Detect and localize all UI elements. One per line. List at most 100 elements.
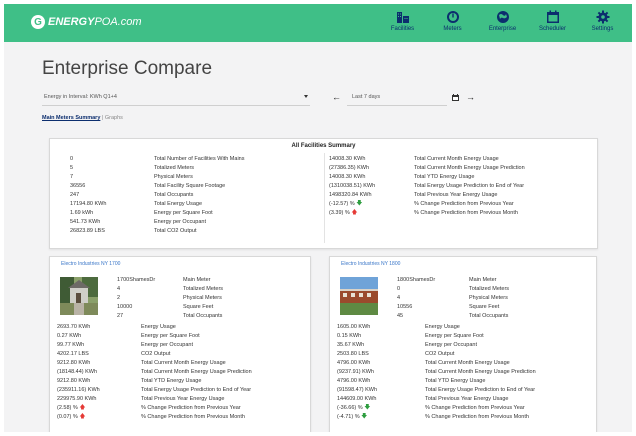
tab-main-meters-summary[interactable]: Main Meters Summary xyxy=(42,115,100,121)
facility-stat-label: Total Previous Year Energy Usage xyxy=(425,396,509,402)
facility-stat-label: Energy per Square Foot xyxy=(425,333,484,339)
facility-stat-value: 9212.80 KWh xyxy=(57,378,91,384)
facility-stat-label: Total YTD Energy Usage xyxy=(141,378,202,384)
facility-stat-label: % Change Prediction from Previous Month xyxy=(141,414,245,420)
summary-right-label: Total Energy Usage Prediction to End of … xyxy=(414,183,525,189)
facility-stat-label: Total Current Month Energy Usage xyxy=(141,360,226,366)
summary-right-trend-row: (-12.57) % 🡇 xyxy=(329,201,362,208)
app-screen: G ENERGY POA.com Facilities Meters Enter… xyxy=(4,4,632,432)
summary-left-value: 1.69 kWh xyxy=(70,210,94,216)
trend-down-arrow-icon: 🡇 xyxy=(356,201,363,207)
facility-photo-house xyxy=(60,277,98,315)
facility-meta-label: Main Meter xyxy=(469,277,497,283)
summary-left-value: 247 xyxy=(70,192,80,198)
summary-left-value: 5 xyxy=(70,165,74,171)
next-period-arrow-icon[interactable]: → xyxy=(466,92,475,102)
summary-right-label: % Change Prediction from Previous Year xyxy=(414,201,514,207)
logo-text-bold: ENERGY xyxy=(48,16,95,28)
facility-meta-value: 4 xyxy=(397,295,401,301)
summary-right-label: Total Previous Year Energy Usage xyxy=(414,192,498,198)
trend-up-arrow-icon: 🡅 xyxy=(79,405,86,411)
facility-stat-value: 99.77 KWh xyxy=(57,342,85,348)
facility-stat-value: 2693.70 KWh xyxy=(57,324,91,330)
facility-stat-label: Total Current Month Energy Usage xyxy=(425,360,510,366)
summary-right-value: (-12.57) % xyxy=(329,201,355,207)
facility-stat-label: Total Current Month Energy Usage Predict… xyxy=(141,369,252,375)
summary-left-label: Physical Meters xyxy=(154,174,193,180)
summary-right-value: (1310038.51) KWh xyxy=(329,183,376,189)
nav-settings[interactable]: Settings xyxy=(579,10,626,32)
facility-stat-label: % Change Prediction from Previous Year xyxy=(425,405,525,411)
facility-meta-label: Total Occupants xyxy=(469,313,509,319)
facility-card-ny-1700: Electro Industries NY 1700 1700ShamesDr … xyxy=(49,256,311,432)
summary-left-label: Total Facility Square Footage xyxy=(154,183,226,189)
tab-graphs[interactable]: Graphs xyxy=(105,115,123,121)
globe-icon xyxy=(496,11,509,23)
trend-up-arrow-icon: 🡅 xyxy=(351,210,358,216)
facility-stat-value: (18148.44) KWh xyxy=(57,369,98,375)
facility-stat-label: Energy Usage xyxy=(425,324,460,330)
nav-label: Facilities xyxy=(390,26,415,32)
facility-meta-label: Main Meter xyxy=(183,277,211,283)
facility-stat-value: 2503.80 LBS xyxy=(337,351,369,357)
logo-mark-icon: G xyxy=(31,15,45,29)
date-range-input[interactable]: Last 7 days xyxy=(347,91,447,106)
gear-icon xyxy=(596,10,609,24)
summary-right-label: Total YTD Energy Usage xyxy=(414,174,475,180)
nav-enterprise[interactable]: Enterprise xyxy=(479,10,526,32)
facility-photo-building xyxy=(340,277,378,315)
nav-facilities[interactable]: Facilities xyxy=(379,10,426,32)
facility-stat-label: Energy per Square Foot xyxy=(141,333,200,339)
summary-left-value: 541.73 KWh xyxy=(70,219,101,225)
facility-stat-label: Total YTD Energy Usage xyxy=(425,378,486,384)
main-nav: Facilities Meters Enterprise Scheduler S… xyxy=(379,10,626,32)
facility-stat-value: (91598.47) KWh xyxy=(337,387,378,393)
facility-meta-value: 0 xyxy=(397,286,401,292)
facility-stat-label: Energy Usage xyxy=(141,324,176,330)
facility-stat-value: 144609.00 KWh xyxy=(337,396,377,402)
summary-left-value: 17194.80 KWh xyxy=(70,201,107,207)
brand-logo[interactable]: G ENERGY POA.com xyxy=(31,15,142,29)
energy-interval-value: Energy in Interval: KWh Q1+4 xyxy=(44,94,117,100)
nav-label: Scheduler xyxy=(538,26,567,32)
summary-left-value: 7 xyxy=(70,174,74,180)
summary-left-label: Energy per Square Foot xyxy=(154,210,213,216)
nav-label: Settings xyxy=(591,26,614,32)
facility-stat-label: CO2 Output xyxy=(425,351,455,357)
energy-interval-select[interactable]: Energy in Interval: KWh Q1+4 xyxy=(42,91,310,106)
facility-address: 1700ShamesDr xyxy=(117,277,156,283)
facility-stat-label: Total Energy Usage Prediction to End of … xyxy=(425,387,536,393)
facility-stat-value: 4796.00 KWh xyxy=(337,378,371,384)
facility-stat-value: (-4.71) % xyxy=(337,414,360,420)
meter-gauge-icon xyxy=(446,11,459,23)
facility-stat-value: 0.27 KWh xyxy=(57,333,82,339)
facility-name-link[interactable]: Electro Industries NY 1700 xyxy=(61,261,120,267)
facility-stat-value: (235911.16) KWh xyxy=(57,387,100,393)
facility-meta-label: Physical Meters xyxy=(469,295,508,301)
facility-meta-value: 10556 xyxy=(397,304,413,310)
facilities-icon xyxy=(396,12,409,23)
facility-stat-value: 35.67 KWh xyxy=(337,342,365,348)
facility-meta-label: Total Occupants xyxy=(183,313,223,319)
nav-scheduler[interactable]: Scheduler xyxy=(529,10,576,32)
summary-left-label: Total CO2 Output xyxy=(154,228,197,234)
summary-right-value: 14008.30 KWh xyxy=(329,174,366,180)
nav-meters[interactable]: Meters xyxy=(429,10,476,32)
summary-right-value: 1498320.84 KWh xyxy=(329,192,372,198)
facility-stat-value: (0.07) % xyxy=(57,414,78,420)
calendar-picker-icon[interactable] xyxy=(452,94,459,101)
facility-stat-label: Total Previous Year Energy Usage xyxy=(141,396,225,402)
facility-stat-value: (2.58) % xyxy=(57,405,78,411)
facility-stat-label: Energy per Occupant xyxy=(425,342,477,348)
facility-stat-value: 9212.80 KWh xyxy=(57,360,91,366)
prev-period-arrow-icon[interactable]: ← xyxy=(332,92,341,102)
facility-card-ny-1800: Electro Industries NY 1800 1800ShamesDr … xyxy=(329,256,597,432)
summary-title: All Facilities Summary xyxy=(291,143,356,149)
facility-stat-label: Total Energy Usage Prediction to End of … xyxy=(141,387,252,393)
summary-right-value: (27386.35) KWh xyxy=(329,165,370,171)
facility-meta-label: Totalized Meters xyxy=(469,286,510,292)
summary-right-label: Total Current Month Energy Usage xyxy=(414,156,499,162)
facility-meta-label: Square Feet xyxy=(183,304,214,310)
facility-stat-trend-row: (2.58) % 🡅 xyxy=(57,405,86,412)
facility-name-link[interactable]: Electro Industries NY 1800 xyxy=(341,261,400,267)
